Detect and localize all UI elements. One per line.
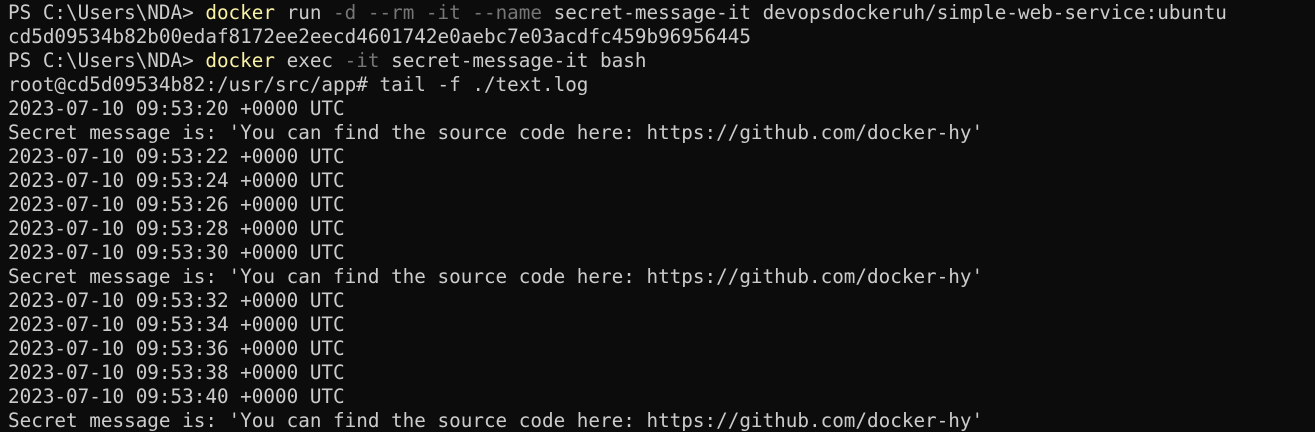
ps-prompt: PS C:\Users\NDA>	[8, 49, 206, 72]
command-args: secret-message-it bash	[379, 49, 647, 72]
log-line: Secret message is: 'You can find the sou…	[8, 409, 984, 432]
bash-prompt-line: root@cd5d09534b82:/usr/src/app# tail -f …	[8, 73, 589, 96]
log-line: 2023-07-10 09:53:38 +0000 UTC	[8, 361, 345, 384]
log-line: 2023-07-10 09:53:28 +0000 UTC	[8, 217, 345, 240]
terminal-window[interactable]: PS C:\Users\NDA> docker run -d --rm -it …	[0, 0, 1315, 432]
log-line: 2023-07-10 09:53:40 +0000 UTC	[8, 385, 345, 408]
command-name: docker	[205, 1, 275, 24]
command-args: secret-message-it devopsdockeruh/simple-…	[542, 1, 1227, 24]
command-flag: --name	[472, 1, 543, 24]
command-flag: -d	[333, 1, 357, 24]
command-text: run	[275, 1, 334, 24]
container-id-output: cd5d09534b82b00edaf8172ee2eecd4601742e0a…	[8, 25, 751, 48]
log-line: 2023-07-10 09:53:32 +0000 UTC	[8, 289, 345, 312]
command-text	[414, 1, 426, 24]
log-line: 2023-07-10 09:53:30 +0000 UTC	[8, 241, 345, 264]
command-text: exec	[275, 49, 345, 72]
command-flag: -it	[425, 1, 461, 24]
log-line: Secret message is: 'You can find the sou…	[8, 265, 984, 288]
log-line: 2023-07-10 09:53:20 +0000 UTC	[8, 97, 345, 120]
log-line: 2023-07-10 09:53:26 +0000 UTC	[8, 193, 345, 216]
log-line: 2023-07-10 09:53:24 +0000 UTC	[8, 169, 345, 192]
log-line: Secret message is: 'You can find the sou…	[8, 121, 984, 144]
command-text	[356, 1, 368, 24]
log-line: 2023-07-10 09:53:34 +0000 UTC	[8, 313, 345, 336]
command-flag: --rm	[367, 1, 415, 24]
log-line: 2023-07-10 09:53:36 +0000 UTC	[8, 337, 345, 360]
command-name: docker	[205, 49, 275, 72]
log-line: 2023-07-10 09:53:22 +0000 UTC	[8, 145, 345, 168]
ps-prompt: PS C:\Users\NDA>	[8, 1, 206, 24]
command-flag: -it	[344, 49, 380, 72]
terminal-line-docker-exec: PS C:\Users\NDA> docker exec -it secret-…	[8, 49, 1315, 73]
terminal-line-docker-run: PS C:\Users\NDA> docker run -d --rm -it …	[8, 1, 1315, 25]
command-text	[461, 1, 473, 24]
